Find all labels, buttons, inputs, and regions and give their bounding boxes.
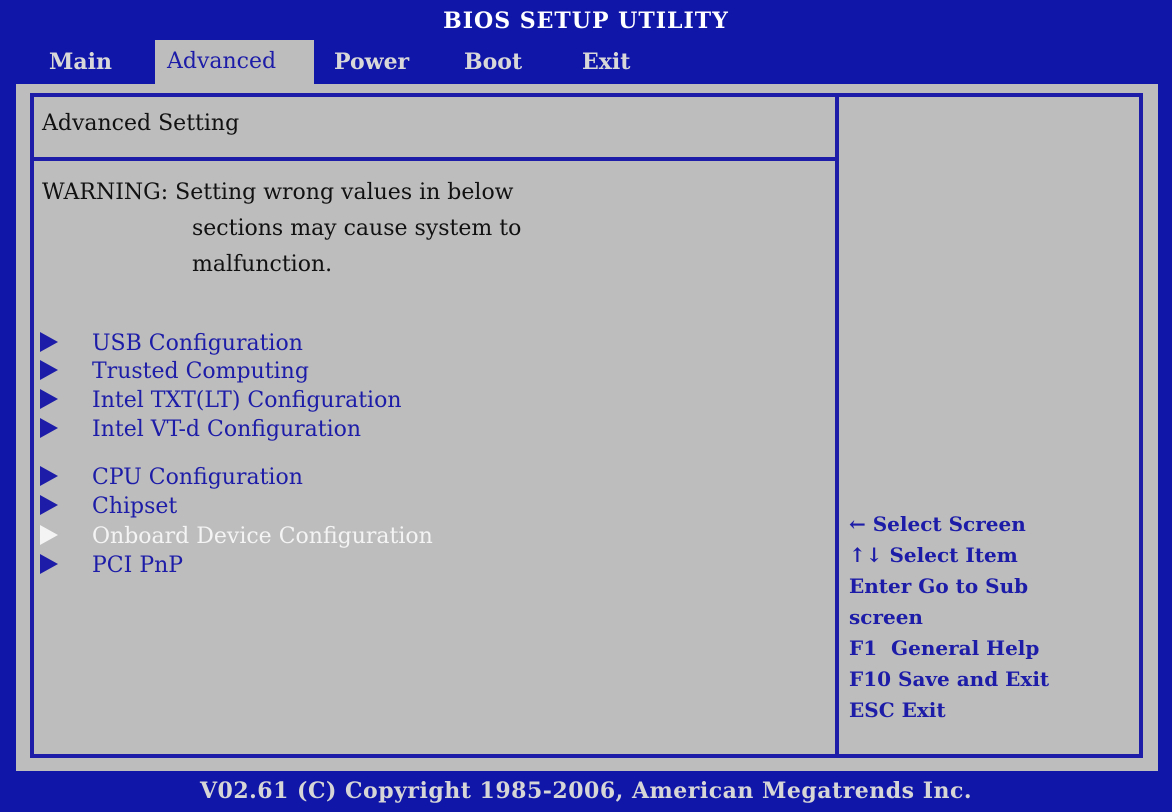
- item-label: Trusted Computing: [92, 359, 309, 384]
- arrow-right-icon: [40, 389, 58, 409]
- arrow-right-icon: [40, 495, 58, 515]
- warning-line-2: sections may cause system to: [192, 216, 522, 241]
- menu-item-trusted-computing[interactable]: Trusted Computing: [40, 358, 309, 386]
- item-label: Chipset: [92, 494, 178, 519]
- page-title: Advanced Setting: [42, 111, 240, 136]
- help-enter: Enter Go to Sub: [849, 574, 1029, 598]
- menu-item-usb-configuration[interactable]: USB Configuration: [40, 330, 303, 358]
- tab-advanced[interactable]: Advanced: [155, 40, 314, 84]
- warning-message: WARNING: Setting wrong values in below s…: [42, 175, 521, 283]
- bios-title: BIOS SETUP UTILITY: [443, 8, 729, 34]
- menu-item-intel-vtd-configuration[interactable]: Intel VT-d Configuration: [40, 416, 361, 444]
- arrow-right-icon: [40, 332, 58, 352]
- help-select-screen: ← Select Screen: [849, 512, 1026, 536]
- panel-frame: Advanced Setting WARNING: Setting wrong …: [30, 93, 1143, 758]
- menu-bar: Main Advanced Power Boot Exit: [0, 40, 1172, 84]
- arrow-right-icon: [40, 466, 58, 486]
- arrow-right-icon: [40, 360, 58, 380]
- tab-boot[interactable]: Boot: [452, 40, 534, 84]
- help-esc: ESC Exit: [849, 698, 946, 722]
- help-pane: ← Select Screen ↑↓ Select Item Enter Go …: [839, 97, 1139, 754]
- warning-line-1: Setting wrong values in below: [175, 180, 514, 205]
- arrow-right-icon: [40, 554, 58, 574]
- menu-item-cpu-configuration[interactable]: CPU Configuration: [40, 464, 303, 492]
- item-label: CPU Configuration: [92, 465, 303, 490]
- item-label: Intel TXT(LT) Configuration: [92, 388, 402, 413]
- arrow-right-icon: [40, 525, 58, 545]
- tab-power[interactable]: Power: [322, 40, 421, 84]
- settings-pane: Advanced Setting WARNING: Setting wrong …: [34, 97, 839, 754]
- help-select-item: ↑↓ Select Item: [849, 543, 1018, 567]
- key-help: ← Select Screen ↑↓ Select Item Enter Go …: [849, 509, 1049, 726]
- main-panel: Advanced Setting WARNING: Setting wrong …: [16, 84, 1158, 771]
- copyright-footer: V02.61 (C) Copyright 1985-2006, American…: [199, 778, 973, 804]
- item-label: USB Configuration: [92, 331, 303, 356]
- help-screen: screen: [849, 605, 923, 629]
- menu-item-onboard-device-configuration[interactable]: Onboard Device Configuration: [40, 523, 433, 551]
- warning-line-3: malfunction.: [192, 252, 333, 277]
- menu-item-pci-pnp[interactable]: PCI PnP: [40, 552, 183, 580]
- title-divider: [34, 157, 835, 161]
- tab-exit[interactable]: Exit: [570, 40, 642, 84]
- arrow-right-icon: [40, 418, 58, 438]
- item-label: Onboard Device Configuration: [92, 524, 433, 549]
- item-label: Intel VT-d Configuration: [92, 417, 362, 442]
- help-f10: F10 Save and Exit: [849, 667, 1050, 691]
- menu-item-intel-txt-configuration[interactable]: Intel TXT(LT) Configuration: [40, 387, 402, 415]
- tab-main[interactable]: Main: [37, 40, 124, 84]
- menu-item-chipset[interactable]: Chipset: [40, 493, 177, 521]
- help-f1: F1 General Help: [849, 636, 1040, 660]
- item-label: PCI PnP: [92, 553, 184, 578]
- warning-label: WARNING:: [42, 180, 169, 205]
